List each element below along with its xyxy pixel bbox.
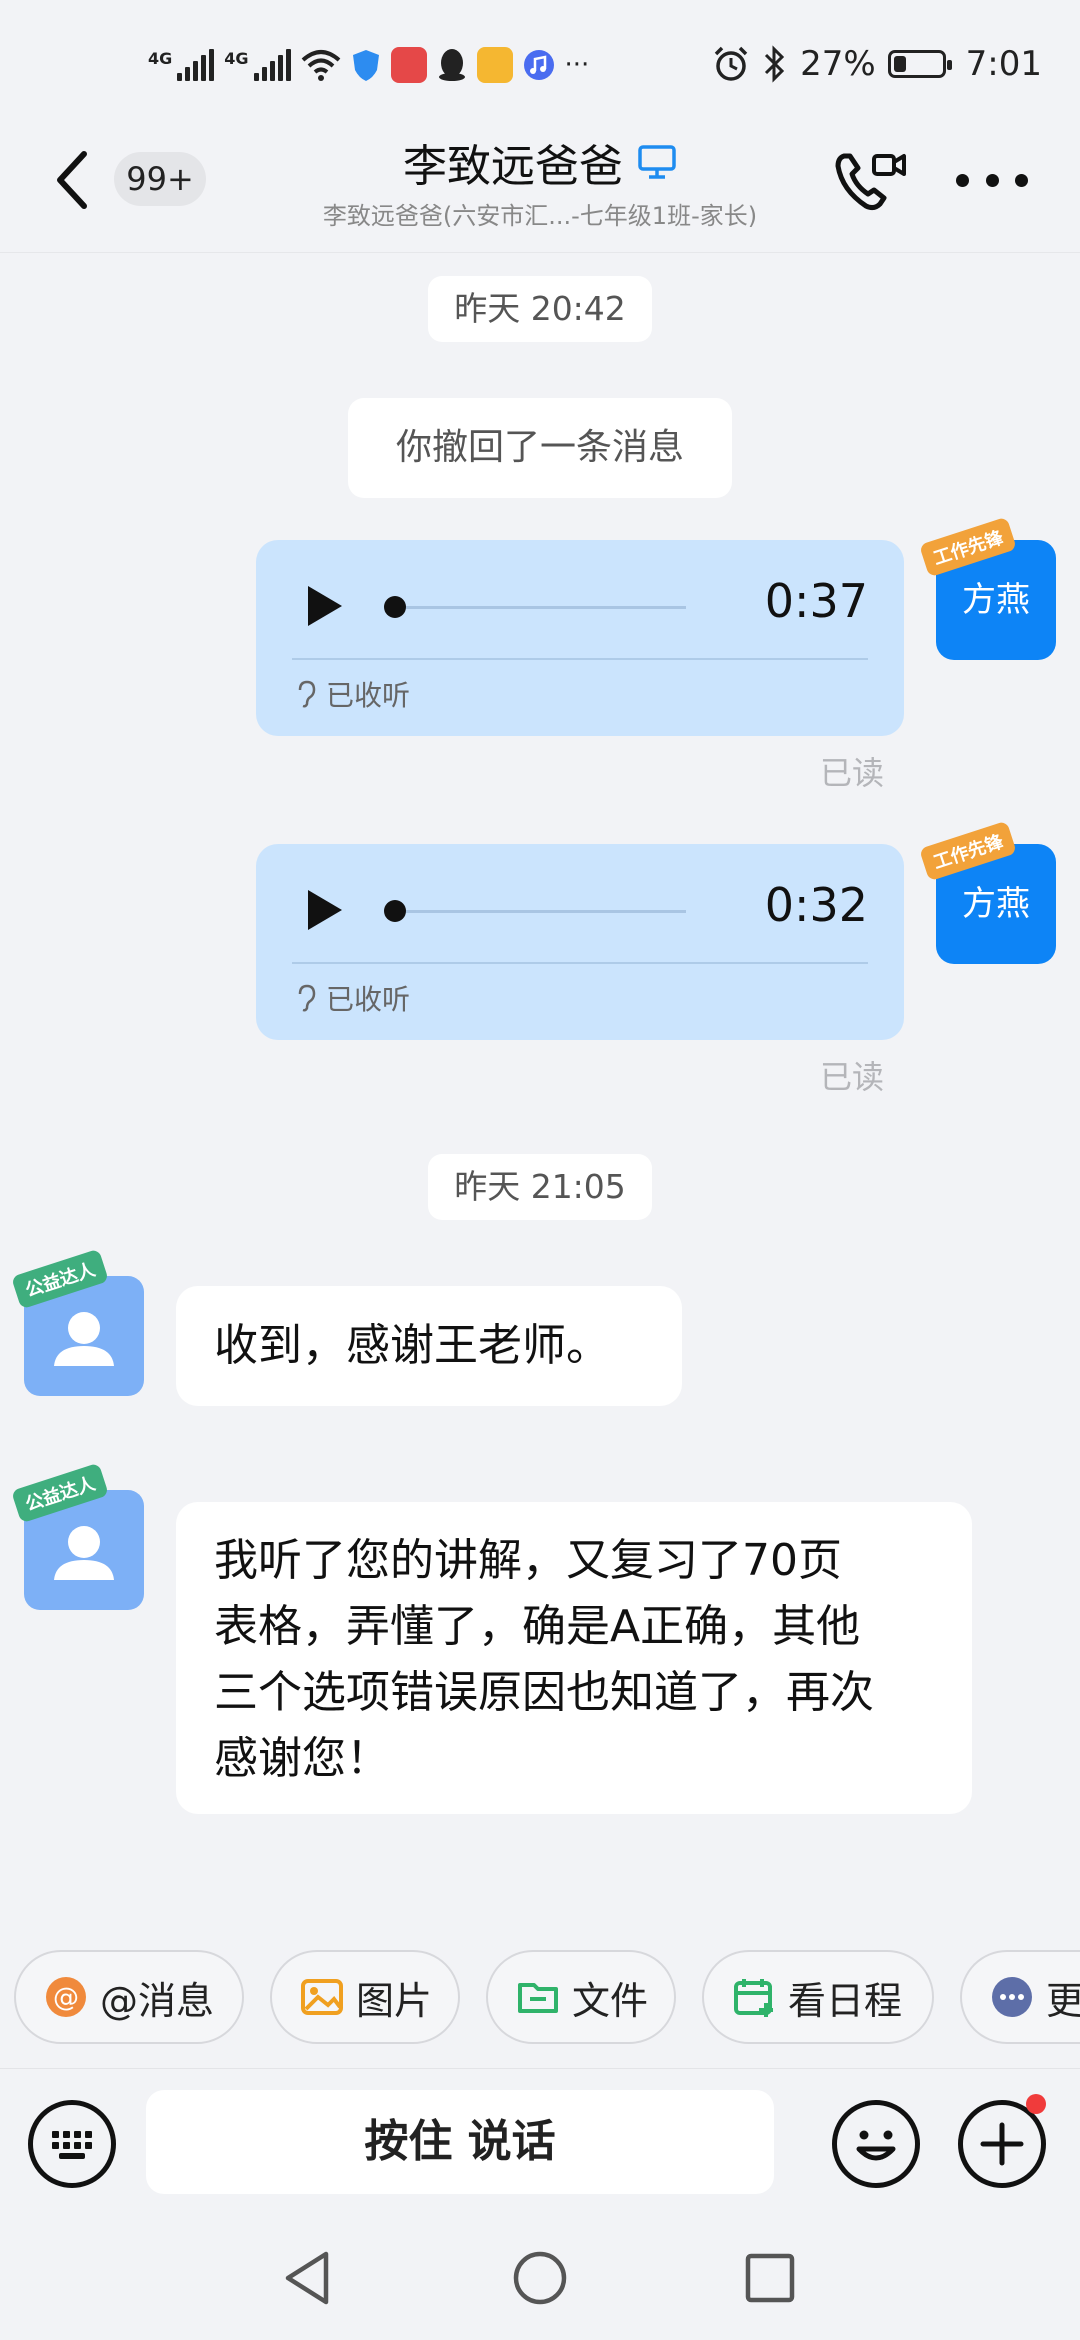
incoming-message-bubble[interactable]: 收到，感谢王老师。 [176, 1286, 682, 1406]
wifi-icon [301, 50, 340, 81]
chip-label: 更 [1046, 1970, 1080, 2025]
desktop-online-icon [638, 145, 676, 179]
more-actions-chip[interactable]: 更 [960, 1950, 1080, 2044]
playback-position-dot[interactable] [384, 900, 406, 922]
voice-duration: 0:32 [764, 878, 868, 932]
shield-icon [352, 50, 379, 81]
notes-app-icon [476, 47, 513, 83]
hold-to-talk-button[interactable]: 按住 说话 [146, 2090, 774, 2194]
message-line: 表格，弄懂了，确是A正确，其他 [214, 1601, 861, 1652]
chat-title: 李致远爸爸 [240, 130, 840, 194]
ear-icon [298, 984, 316, 1012]
playback-position-dot[interactable] [384, 596, 406, 618]
signal-icon-2: 4G [224, 49, 291, 81]
svg-text:@: @ [53, 1983, 79, 2013]
status-right: 27% 7:01 [712, 38, 1042, 90]
status-bar: 4G 4G ··· 27% 7:01 [0, 0, 1080, 120]
battery-percent: 27% [800, 44, 876, 84]
folder-icon [518, 1983, 558, 2013]
message-line: 三个选项错误原因也知道了，再次 [214, 1667, 874, 1718]
qq-penguin-icon [438, 49, 465, 81]
status-left: 4G 4G ··· [148, 40, 589, 90]
listened-label: 已收听 [326, 679, 411, 712]
listened-status: 已收听 [296, 674, 410, 714]
incoming-message-bubble[interactable]: 我听了您的讲解，又复习了70页 表格，弄懂了，确是A正确，其他 三个选项错误原因… [176, 1502, 972, 1814]
chip-label: 图片 [356, 1978, 433, 2023]
listened-status: 已收听 [296, 978, 410, 1018]
voice-message[interactable]: 0:37 已收听 [256, 540, 904, 736]
picture-chip[interactable]: 图片 [270, 1950, 460, 2044]
voice-divider [292, 658, 868, 660]
nav-home-icon[interactable] [512, 2250, 568, 2306]
contact-name: 李致远爸爸 [403, 141, 623, 192]
alarm-icon [714, 46, 748, 81]
timestamp-divider: 昨天 20:42 [428, 276, 652, 342]
mention-message-chip[interactable]: @ @消息 [14, 1950, 244, 2044]
play-icon[interactable] [304, 584, 344, 628]
voice-duration: 0:37 [764, 574, 868, 628]
chip-label: 看日程 [788, 1978, 903, 2023]
keyboard-icon [52, 2131, 92, 2159]
listened-label: 已收听 [326, 983, 411, 1016]
voice-divider [292, 962, 868, 964]
music-icon [523, 50, 554, 80]
keyboard-toggle-button[interactable] [28, 2100, 116, 2188]
plus-icon [980, 2122, 1024, 2166]
nav-back-icon[interactable] [282, 2250, 332, 2306]
playback-track[interactable] [406, 910, 686, 913]
battery-icon [887, 50, 952, 78]
notification-dot [1026, 2094, 1046, 2114]
clock: 7:01 [965, 44, 1042, 84]
calendar-add-icon [734, 1979, 773, 2017]
signal-icon-1: 4G [148, 49, 215, 81]
nav-recents-icon[interactable] [744, 2252, 796, 2304]
unread-count-badge[interactable]: 99+ [114, 152, 206, 206]
bluetooth-icon [765, 45, 785, 83]
emoji-button[interactable] [832, 2100, 920, 2188]
at-sign-icon: @ [46, 1977, 86, 2017]
more-dots-icon [992, 1977, 1032, 2017]
header-divider [0, 252, 1080, 253]
smiley-icon [856, 2130, 896, 2161]
read-receipt: 已读 [820, 754, 885, 792]
view-schedule-chip[interactable]: 看日程 [702, 1950, 934, 2044]
phone-video-call-icon[interactable] [830, 146, 910, 216]
message-line: 我听了您的讲解，又复习了70页 [214, 1535, 842, 1586]
network-type-label: 4G [148, 49, 173, 68]
play-icon[interactable] [304, 888, 344, 932]
image-icon [301, 1979, 343, 2015]
book-app-icon [390, 47, 427, 83]
voice-message[interactable]: 0:32 已收听 [256, 844, 904, 1040]
ear-icon [298, 680, 316, 708]
file-chip[interactable]: 文件 [486, 1950, 676, 2044]
back-arrow-icon[interactable] [48, 148, 98, 212]
recall-notice: 你撤回了一条消息 [348, 398, 732, 498]
read-receipt: 已读 [820, 1058, 885, 1096]
network-type-label: 4G [224, 49, 249, 68]
more-status-indicator: ··· [564, 50, 590, 80]
timestamp-divider: 昨天 21:05 [428, 1154, 652, 1220]
more-options-icon[interactable] [950, 150, 1034, 210]
chip-label: @消息 [100, 1978, 215, 2023]
system-navigation-bar [0, 2228, 1080, 2340]
message-line: 感谢您！ [214, 1733, 390, 1784]
playback-track[interactable] [406, 606, 686, 609]
chip-label: 文件 [572, 1978, 649, 2023]
chat-subtitle: 李致远爸爸(六安市汇...-七年级1班-家长) [322, 202, 758, 230]
battery-level-fill [893, 56, 906, 72]
